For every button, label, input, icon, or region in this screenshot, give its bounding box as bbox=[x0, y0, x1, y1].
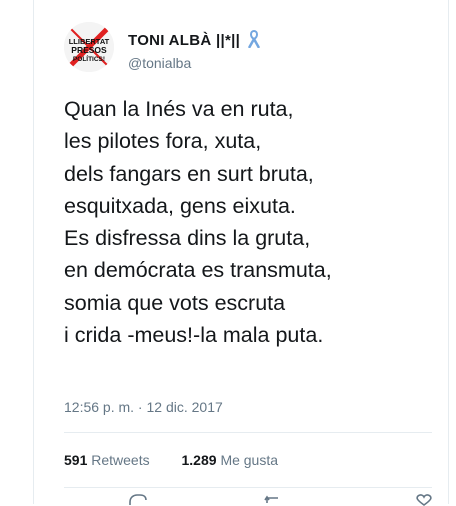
likes-count: 1.289 bbox=[181, 452, 217, 468]
tweet-line: Quan la Inés va en ruta, bbox=[64, 97, 294, 121]
tweet-line: esquitxada, gens eixuta. bbox=[64, 193, 296, 218]
avatar-text-3: POLÍTICS! bbox=[73, 54, 105, 63]
display-name[interactable]: TONI ALBÀ ||*|| bbox=[128, 32, 240, 49]
retweet-icon[interactable] bbox=[264, 494, 288, 506]
user-name-block[interactable]: TONI ALBÀ ||*|| @tonialba bbox=[128, 29, 260, 71]
user-handle[interactable]: @tonialba bbox=[128, 55, 260, 71]
tweet-line: Es disfressa dins la gruta, bbox=[64, 226, 311, 251]
tweet-line: en demócrata es transmuta, bbox=[64, 258, 332, 283]
like-icon[interactable] bbox=[414, 494, 434, 506]
avatar-text-2: PRESOS bbox=[71, 45, 107, 55]
reply-icon[interactable] bbox=[126, 494, 148, 506]
yellow-ribbon-icon bbox=[247, 29, 260, 53]
likes-label: Me gusta bbox=[220, 452, 279, 468]
retweets-count: 591 bbox=[64, 452, 88, 468]
tweet-timestamp[interactable]: 12:56 p. m. · 12 dic. 2017 bbox=[64, 399, 223, 415]
tweet-line: dels fangars en surt bruta, bbox=[64, 161, 314, 186]
retweets-label: Retweets bbox=[91, 452, 150, 468]
avatar[interactable]: LLIBERTAT PRESOS POLÍTICS! bbox=[64, 22, 114, 72]
divider bbox=[64, 487, 432, 488]
timeline-border-left bbox=[33, 0, 34, 504]
divider bbox=[64, 432, 432, 433]
avatar-image: LLIBERTAT PRESOS POLÍTICS! bbox=[64, 22, 114, 72]
tweet-line: somia que vots escruta bbox=[64, 290, 286, 315]
likes-stat[interactable]: 1.289 Me gusta bbox=[182, 452, 279, 468]
tweet-header: LLIBERTAT PRESOS POLÍTICS! TONI ALBÀ ||*… bbox=[64, 22, 436, 74]
tweet-text: Quan la Inés va en ruta, les pilotes for… bbox=[64, 93, 332, 351]
tweet-stats: 591 Retweets 1.289 Me gusta bbox=[64, 452, 306, 468]
tweet-line: i crida -meus!-la mala puta. bbox=[64, 323, 324, 348]
tweet-actions bbox=[64, 494, 434, 506]
tweet-line: les pilotes fora, xuta, bbox=[64, 129, 262, 154]
timeline-border-right bbox=[448, 0, 449, 504]
retweets-stat[interactable]: 591 Retweets bbox=[64, 452, 150, 468]
